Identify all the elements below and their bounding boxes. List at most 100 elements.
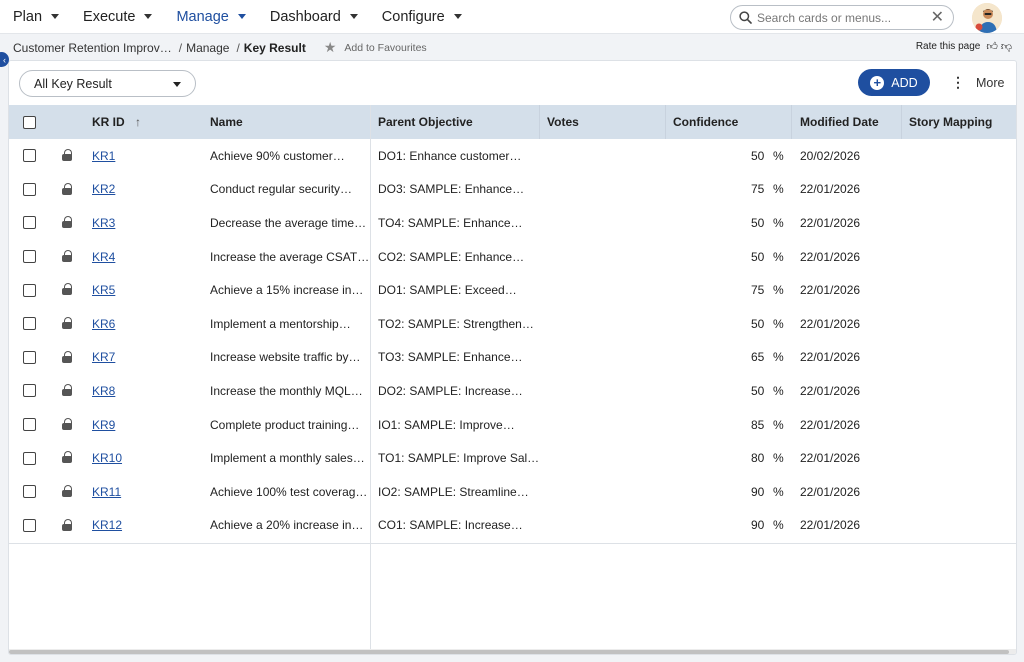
kr-confidence: 75 xyxy=(751,283,765,298)
row-checkbox[interactable] xyxy=(23,451,36,465)
kr-id-link[interactable]: KR11 xyxy=(92,485,121,499)
nav-item-plan[interactable]: Plan xyxy=(0,0,71,34)
breadcrumb-separator: / xyxy=(178,40,183,55)
nav-item-dashboard[interactable]: Dashboard xyxy=(258,0,370,34)
kr-id-link[interactable]: KR10 xyxy=(92,451,122,465)
kr-confidence: 50 xyxy=(751,249,765,264)
kr-id-link[interactable]: KR1 xyxy=(92,149,115,163)
toolbar: All Key Result + ADD ⋮ More xyxy=(9,61,1016,105)
table-row[interactable]: KR7 Increase website traffic by… TO3: SAMP… xyxy=(9,341,1016,375)
kr-modified-date: 22/01/2026 xyxy=(800,350,861,365)
nav-item-configure[interactable]: Configure xyxy=(370,0,474,34)
row-checkbox[interactable] xyxy=(23,485,36,499)
chevron-down-icon xyxy=(51,14,60,19)
kr-name: Complete product training… xyxy=(210,417,360,432)
more-button[interactable]: ⋮ More xyxy=(951,69,1004,96)
search-input[interactable] xyxy=(757,10,925,25)
lock-icon xyxy=(62,417,72,433)
add-to-favourites-label: Add to Favourites xyxy=(344,41,427,54)
filter-dropdown[interactable]: All Key Result xyxy=(19,70,196,97)
table-row[interactable]: KR8 Increase the monthly MQL… DO2: SAMPLE:… xyxy=(9,374,1016,408)
kr-name: Achieve a 15% increase in… xyxy=(210,283,364,298)
table-row[interactable]: KR6 Implement a mentorship… TO2: SAMPLE: S… xyxy=(9,307,1016,341)
table-row[interactable]: KR10 Implement a monthly sales… TO1: SAMPL… xyxy=(9,441,1016,475)
kr-modified-date: 22/01/2026 xyxy=(800,283,861,298)
kr-id-link[interactable]: KR5 xyxy=(92,283,115,297)
row-checkbox[interactable] xyxy=(23,182,36,196)
kr-id-link[interactable]: KR8 xyxy=(92,384,115,398)
kr-name: Achieve 90% customer… xyxy=(210,148,345,163)
kr-id-link[interactable]: KR3 xyxy=(92,216,115,230)
table-row[interactable]: KR2 Conduct regular security… DO3: SAMPLE:… xyxy=(9,173,1016,207)
kr-parent-objective: DO3: SAMPLE: Enhance… xyxy=(378,182,525,197)
row-checkbox[interactable] xyxy=(23,283,36,297)
horizontal-scrollbar[interactable] xyxy=(9,649,1016,654)
table-row[interactable]: KR1 Achieve 90% customer… DO1: Enhance cus… xyxy=(9,139,1016,173)
percent-sign: % xyxy=(773,451,784,466)
column-header-kr-id[interactable]: KR ID ↑ xyxy=(92,115,141,129)
column-divider xyxy=(665,105,666,139)
kr-id-link[interactable]: KR4 xyxy=(92,250,115,264)
lock-icon xyxy=(62,316,72,332)
thumbs-up-icon[interactable]: 👍︎ xyxy=(986,40,998,53)
chevron-down-icon xyxy=(237,14,246,19)
breadcrumb-separator: / xyxy=(236,40,240,55)
clear-search-icon[interactable]: ✕ xyxy=(931,9,944,26)
percent-sign: % xyxy=(773,249,784,264)
table-header: KR ID ↑ Name Parent Objective Votes Conf… xyxy=(9,105,1016,139)
thumbs-down-icon[interactable]: 👎︎ xyxy=(1001,40,1012,53)
lock-icon xyxy=(62,350,72,366)
kr-id-link[interactable]: KR9 xyxy=(92,418,115,432)
row-checkbox[interactable] xyxy=(23,216,36,230)
row-checkbox[interactable] xyxy=(23,317,36,331)
kr-modified-date: 22/01/2026 xyxy=(800,417,861,432)
select-all-checkbox[interactable] xyxy=(23,115,36,129)
column-header-votes[interactable]: Votes xyxy=(547,115,579,129)
kr-name: Achieve 100% test coverag… xyxy=(210,484,368,499)
kr-parent-objective: CO1: SAMPLE: Increase… xyxy=(378,518,523,533)
add-button-label: ADD xyxy=(891,75,918,90)
kr-id-link[interactable]: KR2 xyxy=(92,182,115,196)
kr-name: Increase the average CSAT… xyxy=(210,249,370,264)
row-checkbox[interactable] xyxy=(23,518,36,532)
kr-parent-objective: TO2: SAMPLE: Strengthen… xyxy=(378,316,534,331)
row-checkbox[interactable] xyxy=(23,250,36,264)
kr-parent-objective: CO2: SAMPLE: Enhance… xyxy=(378,249,525,264)
column-header-parent-objective[interactable]: Parent Objective xyxy=(378,115,473,129)
breadcrumb-project[interactable]: Customer Retention Improv… xyxy=(0,41,172,55)
nav-item-execute[interactable]: Execute xyxy=(71,0,164,34)
kr-name: Decrease the average time… xyxy=(210,215,367,230)
row-checkbox[interactable] xyxy=(23,384,36,398)
percent-sign: % xyxy=(773,316,784,331)
column-header-story-mapping[interactable]: Story Mapping xyxy=(909,115,992,129)
row-checkbox[interactable] xyxy=(23,350,36,364)
row-checkbox[interactable] xyxy=(23,149,36,163)
kr-id-link[interactable]: KR6 xyxy=(92,317,115,331)
row-checkbox[interactable] xyxy=(23,418,36,432)
scrollbar-thumb[interactable] xyxy=(9,650,1009,654)
table-row[interactable]: KR5 Achieve a 15% increase in… DO1: SAMPLE… xyxy=(9,273,1016,307)
column-header-confidence[interactable]: Confidence xyxy=(673,115,738,129)
user-avatar[interactable] xyxy=(972,3,1002,33)
kr-id-link[interactable]: KR12 xyxy=(92,518,122,532)
lock-icon xyxy=(62,451,72,466)
table-row[interactable]: KR11 Achieve 100% test coverag… IO2: SAMPL… xyxy=(9,475,1016,509)
breadcrumb-manage[interactable]: Manage xyxy=(186,41,229,55)
percent-sign: % xyxy=(773,484,784,499)
search-box[interactable]: ✕ xyxy=(730,5,954,30)
table-row[interactable]: KR12 Achieve a 20% increase in… CO1: SAMPL… xyxy=(9,509,1016,543)
kr-parent-objective: DO1: SAMPLE: Exceed… xyxy=(378,283,517,298)
nav-item-label: Dashboard xyxy=(269,8,341,25)
kr-parent-objective: DO2: SAMPLE: Increase… xyxy=(378,383,523,398)
filter-dropdown-label: All Key Result xyxy=(34,76,112,91)
add-button[interactable]: + ADD xyxy=(858,69,930,96)
column-header-modified-date[interactable]: Modified Date xyxy=(800,115,879,129)
table-row[interactable]: KR9 Complete product training… IO1: SAMPLE… xyxy=(9,408,1016,442)
table-row[interactable]: KR4 Increase the average CSAT… CO2: SAMPLE… xyxy=(9,240,1016,274)
nav-item-manage[interactable]: Manage xyxy=(164,0,257,34)
chevron-down-icon xyxy=(453,14,462,19)
column-header-name[interactable]: Name xyxy=(210,115,243,129)
table-row[interactable]: KR3 Decrease the average time… TO4: SAMPLE… xyxy=(9,206,1016,240)
kr-id-link[interactable]: KR7 xyxy=(92,350,115,364)
add-to-favourites-button[interactable]: ★ Add to Favourites xyxy=(324,39,427,56)
